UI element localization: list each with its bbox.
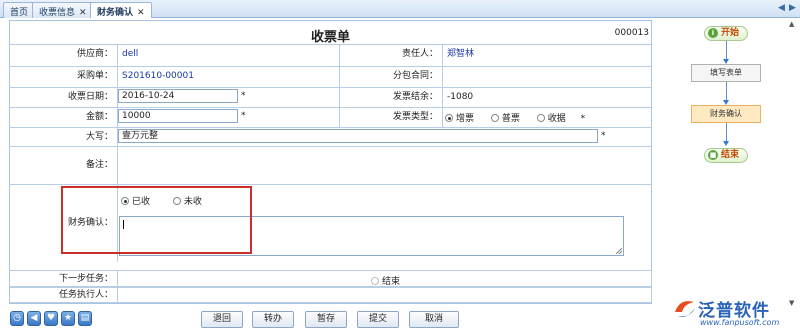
row-executor: 任务执行人：: [9, 287, 652, 303]
row-next-task: 下一步任务：: [9, 270, 652, 287]
brand-logo: 泛普软件 www.fanpusoft.com: [672, 296, 798, 332]
subcontract-value[interactable]: [442, 67, 652, 87]
stop-icon: ■: [708, 150, 718, 160]
flow-connector: [726, 123, 727, 141]
flow-step-fill-form[interactable]: 填写表单: [691, 64, 761, 82]
radio-icon: [445, 114, 453, 122]
invoice-type-label: 发票类型：: [339, 108, 442, 127]
flow-start-node[interactable]: i 开始: [704, 26, 748, 41]
date-label: 收票日期：: [67, 92, 113, 102]
required-mark: *: [241, 111, 246, 121]
cancel-button[interactable]: 取消: [409, 311, 459, 328]
row-date: 收票日期： 发票结余： -1080: [9, 87, 652, 107]
purchase-label: 采购单：: [76, 71, 113, 81]
remark-label: 备注：: [85, 160, 113, 170]
balance-value: -1080: [442, 88, 652, 107]
responsible-value[interactable]: 郑智林: [442, 45, 652, 66]
tab-home[interactable]: 首页: [3, 2, 36, 18]
star-icon[interactable]: ★: [61, 311, 75, 326]
flow-step-finance-confirm[interactable]: 财务确认: [691, 105, 761, 123]
radio-icon: [371, 277, 379, 285]
logo-swirl-icon: [675, 301, 695, 317]
close-icon[interactable]: ✕: [137, 8, 145, 18]
next-task-label: 下一步任务：: [58, 274, 113, 284]
document-number: 000013: [614, 28, 649, 38]
tab-receipt-info-label: 收票信息: [39, 8, 76, 18]
highlight-box: [61, 186, 252, 254]
heart-icon[interactable]: ♥: [44, 311, 58, 326]
next-task-option-end[interactable]: 结束: [371, 274, 400, 287]
subcontract-label: 分包合同：: [339, 67, 442, 87]
tab-home-label: 首页: [10, 8, 29, 18]
transfer-button[interactable]: 转办: [252, 311, 294, 328]
supplier-value[interactable]: dell: [117, 45, 339, 66]
back-button[interactable]: 退回: [201, 311, 243, 328]
submit-button[interactable]: 提交: [357, 311, 399, 328]
flow-connector: [726, 82, 727, 100]
print-icon[interactable]: ▤: [78, 311, 92, 326]
amount-input[interactable]: 10000: [118, 109, 238, 123]
form-title: 收票单: [310, 30, 350, 45]
tab-receipt-info[interactable]: 收票信息 ✕: [32, 2, 94, 18]
sound-icon[interactable]: ◀: [27, 311, 41, 326]
invoice-type-option-receipt[interactable]: 收据: [536, 114, 566, 124]
supplier-label: 供应商：: [76, 49, 113, 59]
tab-finance-confirm-label: 财务确认: [97, 8, 134, 18]
row-remark: 备注：: [9, 146, 652, 184]
clock-icon[interactable]: ◷: [10, 311, 24, 326]
date-input[interactable]: 2016-10-24: [118, 89, 238, 103]
row-supplier: 供应商： dell 责任人： 郑智林: [9, 44, 652, 66]
remark-cell[interactable]: [117, 147, 652, 184]
row-purchase: 采购单： S201610-00001 分包合同：: [9, 66, 652, 87]
close-icon[interactable]: ✕: [79, 8, 87, 18]
resize-grip-icon[interactable]: [616, 248, 622, 254]
tab-finance-confirm[interactable]: 财务确认 ✕: [90, 2, 152, 18]
capital-label: 大写：: [85, 132, 113, 142]
flow-end-node[interactable]: ■ 结束: [704, 148, 748, 163]
purchase-value[interactable]: S201610-00001: [117, 67, 339, 87]
responsible-label: 责任人：: [339, 45, 442, 66]
tab-scroll-right-icon[interactable]: ▶: [789, 3, 796, 13]
capital-input[interactable]: 壹万元整: [118, 129, 598, 143]
vertical-scrollbar[interactable]: ▲ ▼: [788, 20, 798, 310]
logo-url: www.fanpusoft.com: [700, 318, 780, 327]
balance-label: 发票结余：: [339, 88, 442, 107]
tab-bar: 首页 收票信息 ✕ 财务确认 ✕ ◀ ▶: [0, 0, 800, 18]
required-mark: *: [241, 91, 246, 101]
flow-connector: [726, 41, 727, 59]
radio-icon: [536, 114, 545, 122]
flow-arrow-icon: [723, 141, 729, 146]
tab-scroll-left-icon[interactable]: ◀: [778, 3, 785, 13]
info-icon: i: [708, 28, 718, 38]
scroll-up-icon[interactable]: ▲: [789, 20, 794, 28]
invoice-type-option-vat[interactable]: 增票: [445, 114, 474, 124]
required-mark: *: [580, 114, 586, 124]
executor-cell[interactable]: [117, 288, 652, 302]
save-draft-button[interactable]: 暂存: [305, 311, 347, 328]
invoice-type-radio-group: 增票 普票 收据 *: [445, 111, 585, 124]
executor-label: 任务执行人：: [58, 290, 113, 300]
invoice-type-option-normal[interactable]: 普票: [490, 114, 520, 124]
radio-icon: [490, 114, 499, 122]
amount-label: 金额：: [85, 112, 113, 122]
required-mark: *: [601, 131, 606, 141]
